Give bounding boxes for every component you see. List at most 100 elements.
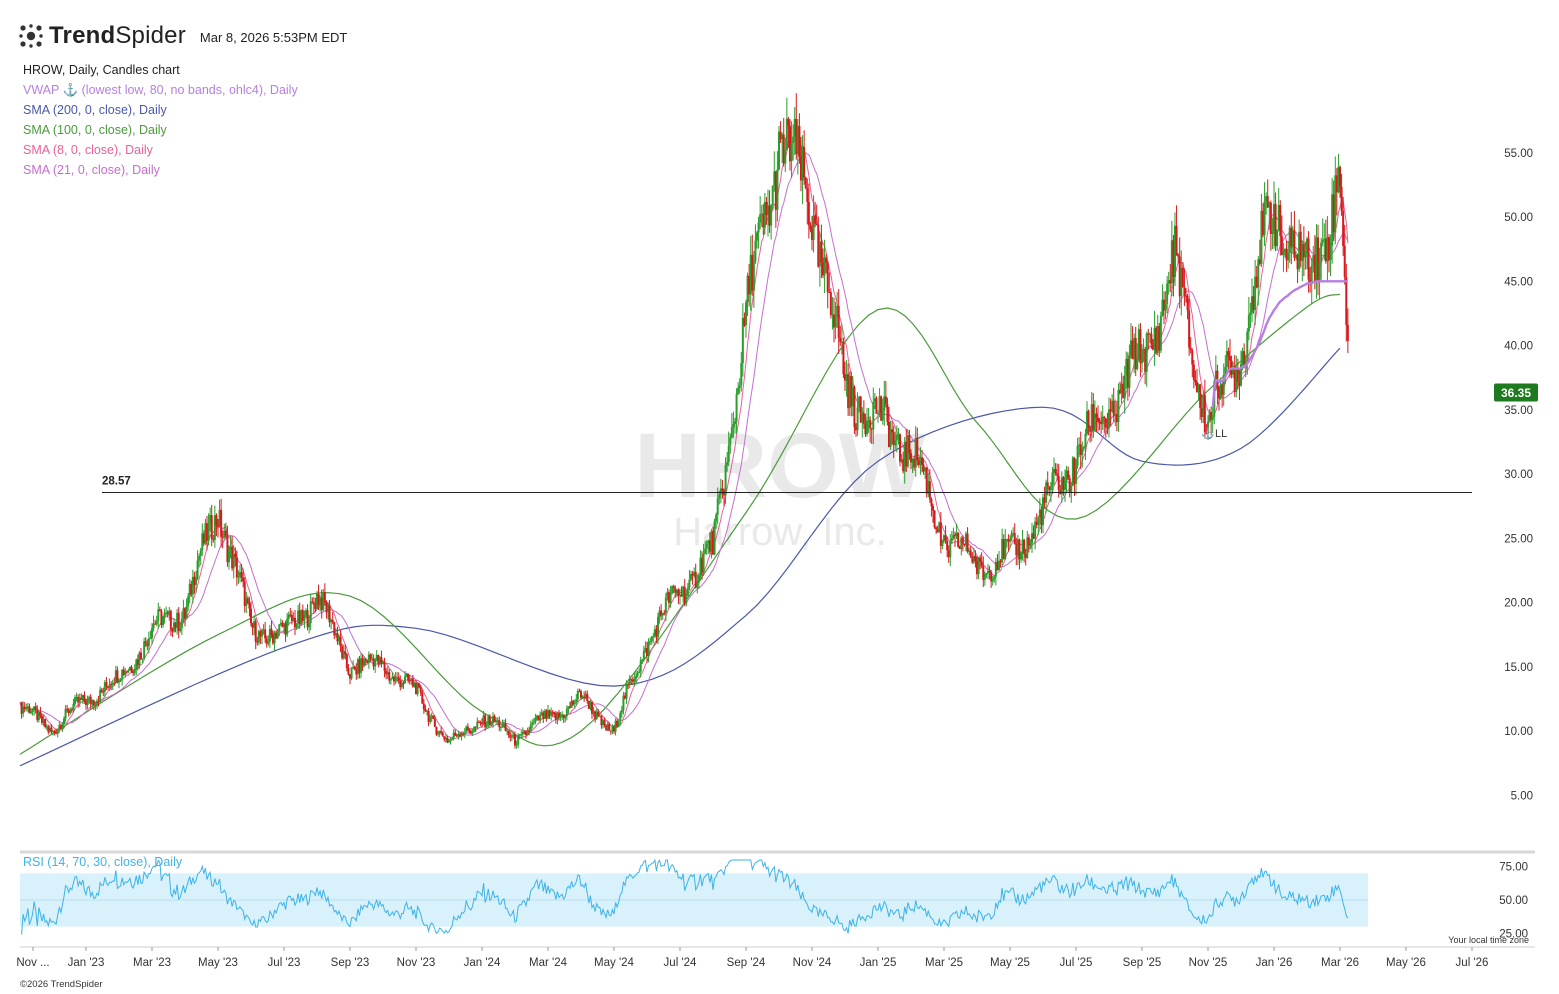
candle-body [1183, 287, 1186, 296]
candle-body [770, 205, 773, 226]
candle-body [1307, 238, 1310, 280]
candle-body [448, 741, 450, 743]
candle-body [1082, 447, 1085, 449]
candle-body [504, 723, 507, 731]
candle-body [331, 619, 334, 623]
candle-body [985, 573, 988, 575]
candle-body [180, 619, 183, 629]
candle-body [404, 676, 406, 684]
candle-body [1159, 315, 1162, 351]
candle-body [1037, 517, 1040, 525]
candle-body [625, 684, 628, 699]
candle-body [784, 149, 787, 164]
candle-body [734, 421, 736, 424]
candle-body [1076, 445, 1079, 466]
candle-body [685, 595, 688, 604]
candle-body [520, 734, 523, 736]
candle-body [195, 578, 197, 585]
candle-body [597, 711, 600, 716]
candle-body [74, 697, 76, 704]
candle-body [234, 553, 237, 558]
candle-body [895, 434, 898, 441]
candle-body [261, 629, 263, 637]
candle-body [792, 136, 795, 144]
candle-body [1339, 166, 1341, 187]
candle-body [345, 654, 348, 669]
candle-body [932, 506, 934, 511]
candle-body [531, 722, 534, 725]
y-tick-label: 5.00 [1511, 790, 1533, 802]
x-tick-label: May '25 [990, 957, 1030, 969]
candle-body [639, 660, 642, 672]
candle-body [83, 694, 86, 702]
candle-body [353, 666, 356, 670]
candle-body [921, 457, 923, 465]
candle-body [185, 606, 188, 619]
x-tick-label: Jan '25 [860, 957, 897, 969]
candle-body [1128, 355, 1131, 388]
candle-body [884, 396, 887, 405]
candle-body [1318, 262, 1321, 280]
candle-body [422, 703, 425, 710]
candle-body [1229, 356, 1231, 361]
y-tick-label: 35.00 [1504, 405, 1533, 417]
candle-body [25, 708, 28, 710]
candle-body [485, 723, 488, 728]
y-tick-label: 55.00 [1504, 148, 1533, 160]
candle-body [1075, 465, 1077, 484]
candle-body [440, 730, 443, 733]
candle-body [696, 582, 699, 588]
candle-body [1054, 469, 1057, 474]
price-chart[interactable]: HROW Harrow, Inc. 28.57 55.00 50.00 45.00 4… [0, 0, 1559, 994]
candle-body [806, 188, 809, 202]
candle-body [130, 666, 133, 672]
candle-body [754, 240, 757, 262]
candle-body [804, 177, 807, 189]
candle-body [713, 521, 716, 555]
candle-body [407, 673, 410, 681]
candle-body [1150, 333, 1153, 345]
candle-body [308, 623, 311, 628]
x-tick-label: Jan '23 [68, 957, 105, 969]
candle-body [276, 631, 279, 639]
candle-body [738, 385, 741, 388]
candle-body [39, 711, 42, 717]
rsi-label[interactable]: RSI (14, 70, 30, close), Daily [23, 855, 182, 869]
candle-body [647, 641, 650, 656]
candle-body [429, 717, 432, 722]
candle-body [916, 437, 919, 461]
candle-body [935, 527, 938, 530]
candle-body [100, 689, 103, 692]
candle-body [814, 215, 817, 224]
candle-body [113, 682, 116, 684]
candle-body [776, 169, 779, 210]
candle-body [162, 616, 164, 625]
candle-body [752, 261, 755, 291]
candle-body [347, 668, 350, 675]
candle-body [974, 555, 977, 562]
candle-body [451, 738, 454, 740]
candle-body [155, 620, 158, 625]
candle-body [735, 394, 738, 422]
candle-body [608, 723, 611, 731]
candle-body [1329, 245, 1332, 260]
candle-body [635, 676, 637, 679]
x-tick-label: Jul '24 [664, 957, 697, 969]
candle-body [1136, 359, 1139, 370]
candle-body [119, 679, 122, 681]
candle-body [44, 718, 47, 728]
anchor-annotation: ⚓LL [1201, 427, 1227, 440]
candle-body [140, 652, 142, 660]
candle-body [826, 262, 829, 292]
candle-body [688, 579, 691, 588]
candle-body [397, 677, 400, 681]
candle-body [133, 668, 136, 674]
candle-body [944, 535, 947, 541]
candle-body [950, 538, 953, 542]
candle-body [270, 628, 273, 635]
candle-body [834, 317, 837, 328]
candle-body [941, 540, 944, 546]
candle-body [143, 641, 146, 659]
candle-body [64, 708, 67, 719]
candle-body [1189, 347, 1192, 351]
